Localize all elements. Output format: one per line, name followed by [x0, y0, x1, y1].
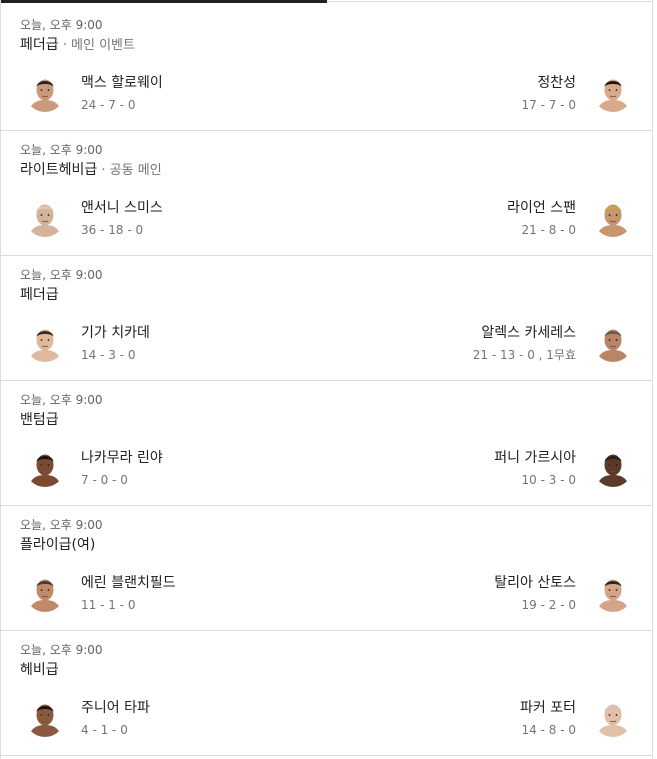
fight-card[interactable]: 오늘, 오후 9:00 라이트헤비급 · 공동 메인 앤서니 스미스 36 - …	[1, 131, 652, 256]
tab-indicator	[1, 0, 652, 4]
fighter-record-right: 19 - 2 - 0	[521, 598, 576, 612]
fighter-record-right: 10 - 3 - 0	[521, 473, 576, 487]
fight-time: 오늘, 오후 9:00	[20, 268, 103, 282]
fighter-avatar-right[interactable]	[593, 572, 633, 612]
fighter-name-left[interactable]: 앤서니 스미스	[81, 199, 163, 217]
fighter-name-left[interactable]: 에린 블랜치필드	[81, 574, 176, 592]
fight-card[interactable]: 오늘, 오후 9:00 밴텀급 나카무라 린야 7 - 0 - 0 퍼니 가르시…	[1, 381, 652, 506]
division-name: 페더급	[20, 37, 59, 53]
division-name: 밴텀급	[20, 412, 59, 428]
fighter-avatar-right[interactable]	[593, 697, 633, 737]
fight-card[interactable]: 오늘, 오후 9:00 플라이급(여) 에린 블랜치필드 11 - 1 - 0 …	[1, 506, 652, 631]
fighter-avatar-right[interactable]	[593, 322, 633, 362]
fighter-record-left: 14 - 3 - 0	[81, 348, 136, 362]
portrait-drawing	[593, 197, 633, 237]
fighter-record-right: 21 - 8 - 0	[521, 223, 576, 237]
portrait-drawing	[593, 572, 633, 612]
fight-division: 플라이급(여)	[20, 536, 95, 555]
portrait-drawing	[593, 322, 633, 362]
division-sub: · 공동 메인	[97, 163, 162, 178]
fight-card-panel: 오늘, 오후 9:00 페더급 · 메인 이벤트 맥스 할로웨이 24 - 7 …	[0, 0, 653, 759]
division-name: 페더급	[20, 287, 59, 303]
fighter-avatar-left[interactable]	[25, 322, 65, 362]
fight-division: 헤비급	[20, 661, 59, 680]
fighter-avatar-left[interactable]	[25, 447, 65, 487]
portrait-drawing	[25, 447, 65, 487]
fight-card[interactable]: 오늘, 오후 9:00 페더급 · 메인 이벤트 맥스 할로웨이 24 - 7 …	[1, 6, 652, 131]
fighter-record-right: 21 - 13 - 0 , 1무효	[472, 348, 576, 362]
fighter-record-right: 14 - 8 - 0	[521, 723, 576, 737]
active-tab-underline	[1, 0, 327, 3]
division-name: 플라이급(여)	[20, 537, 96, 553]
fight-division: 페더급	[20, 286, 59, 305]
fighter-name-left[interactable]: 나카무라 린야	[81, 449, 163, 467]
fight-time: 오늘, 오후 9:00	[20, 393, 103, 407]
fighter-avatar-right[interactable]	[593, 72, 633, 112]
portrait-drawing	[25, 697, 65, 737]
fight-card[interactable]: 오늘, 오후 9:00 페더급 기가 치카데 14 - 3 - 0 알렉스 카세…	[1, 256, 652, 381]
portrait-drawing	[25, 572, 65, 612]
tab-divider	[327, 1, 652, 2]
fighter-name-right[interactable]: 라이언 스팬	[507, 199, 576, 217]
portrait-drawing	[593, 72, 633, 112]
fighter-name-left[interactable]: 기가 치카데	[81, 324, 150, 342]
fighter-avatar-left[interactable]	[25, 72, 65, 112]
fight-time: 오늘, 오후 9:00	[20, 18, 103, 32]
fighter-name-right[interactable]: 탈리아 산토스	[494, 574, 576, 592]
fighter-avatar-right[interactable]	[593, 447, 633, 487]
fighter-record-left: 7 - 0 - 0	[81, 473, 128, 487]
fighter-record-right: 17 - 7 - 0	[521, 98, 576, 112]
division-name: 라이트헤비급	[20, 162, 98, 178]
fighter-avatar-left[interactable]	[25, 572, 65, 612]
division-name: 헤비급	[20, 662, 59, 678]
fighter-avatar-left[interactable]	[25, 697, 65, 737]
fighter-name-left[interactable]: 주니어 타파	[81, 699, 150, 717]
fight-division: 밴텀급	[20, 411, 59, 430]
fighter-name-right[interactable]: 퍼니 가르시아	[494, 449, 576, 467]
portrait-drawing	[25, 197, 65, 237]
fight-division: 라이트헤비급 · 공동 메인	[20, 161, 162, 180]
fighter-name-left[interactable]: 맥스 할로웨이	[81, 74, 163, 92]
division-sub: · 메인 이벤트	[58, 38, 135, 53]
portrait-drawing	[25, 322, 65, 362]
fight-time: 오늘, 오후 9:00	[20, 518, 103, 532]
fighter-record-left: 11 - 1 - 0	[81, 598, 136, 612]
fight-card[interactable]: 오늘, 오후 9:00 헤비급 주니어 타파 4 - 1 - 0 파커 포터 1…	[1, 631, 652, 756]
fighter-record-left: 4 - 1 - 0	[81, 723, 128, 737]
portrait-drawing	[593, 697, 633, 737]
fight-time: 오늘, 오후 9:00	[20, 143, 103, 157]
fight-division: 페더급 · 메인 이벤트	[20, 36, 135, 55]
fight-time: 오늘, 오후 9:00	[20, 643, 103, 657]
fighter-record-left: 24 - 7 - 0	[81, 98, 136, 112]
fight-list: 오늘, 오후 9:00 페더급 · 메인 이벤트 맥스 할로웨이 24 - 7 …	[1, 6, 652, 756]
fighter-name-right[interactable]: 정찬성	[537, 74, 576, 92]
portrait-drawing	[593, 447, 633, 487]
fighter-avatar-left[interactable]	[25, 197, 65, 237]
fighter-name-right[interactable]: 알렉스 카세레스	[481, 324, 576, 342]
fighter-avatar-right[interactable]	[593, 197, 633, 237]
fighter-name-right[interactable]: 파커 포터	[520, 699, 576, 717]
portrait-drawing	[25, 72, 65, 112]
fighter-record-left: 36 - 18 - 0	[81, 223, 144, 237]
